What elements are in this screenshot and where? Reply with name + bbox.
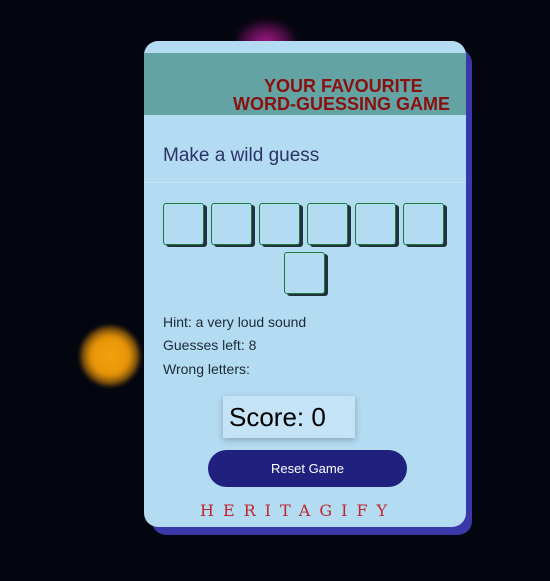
guess-prompt: Make a wild guess <box>163 145 320 166</box>
hint-text: Hint: a very loud sound <box>163 314 307 330</box>
letter-tile[interactable] <box>307 203 348 245</box>
game-header: YOUR FAVOURITE WORD-GUESSING GAME <box>144 53 466 115</box>
guesses-left: Guesses left: 8 <box>163 337 257 353</box>
brand-logo: HERITAGIFY <box>200 501 397 520</box>
title-line-2: WORD-GUESSING GAME <box>233 94 451 114</box>
reset-game-button[interactable]: Reset Game <box>208 450 407 487</box>
letter-tile[interactable] <box>259 203 300 245</box>
orange-glow-orb <box>80 326 140 386</box>
letter-tile[interactable] <box>163 203 204 245</box>
wrong-letters: Wrong letters: <box>163 361 250 377</box>
score-display: Score: 0 <box>223 396 355 438</box>
divider <box>144 182 466 183</box>
letter-tile[interactable] <box>355 203 396 245</box>
letter-tile[interactable] <box>403 203 444 245</box>
letter-tile[interactable] <box>284 252 325 294</box>
letter-tile[interactable] <box>211 203 252 245</box>
game-card: YOUR FAVOURITE WORD-GUESSING GAME Make a… <box>144 41 466 527</box>
